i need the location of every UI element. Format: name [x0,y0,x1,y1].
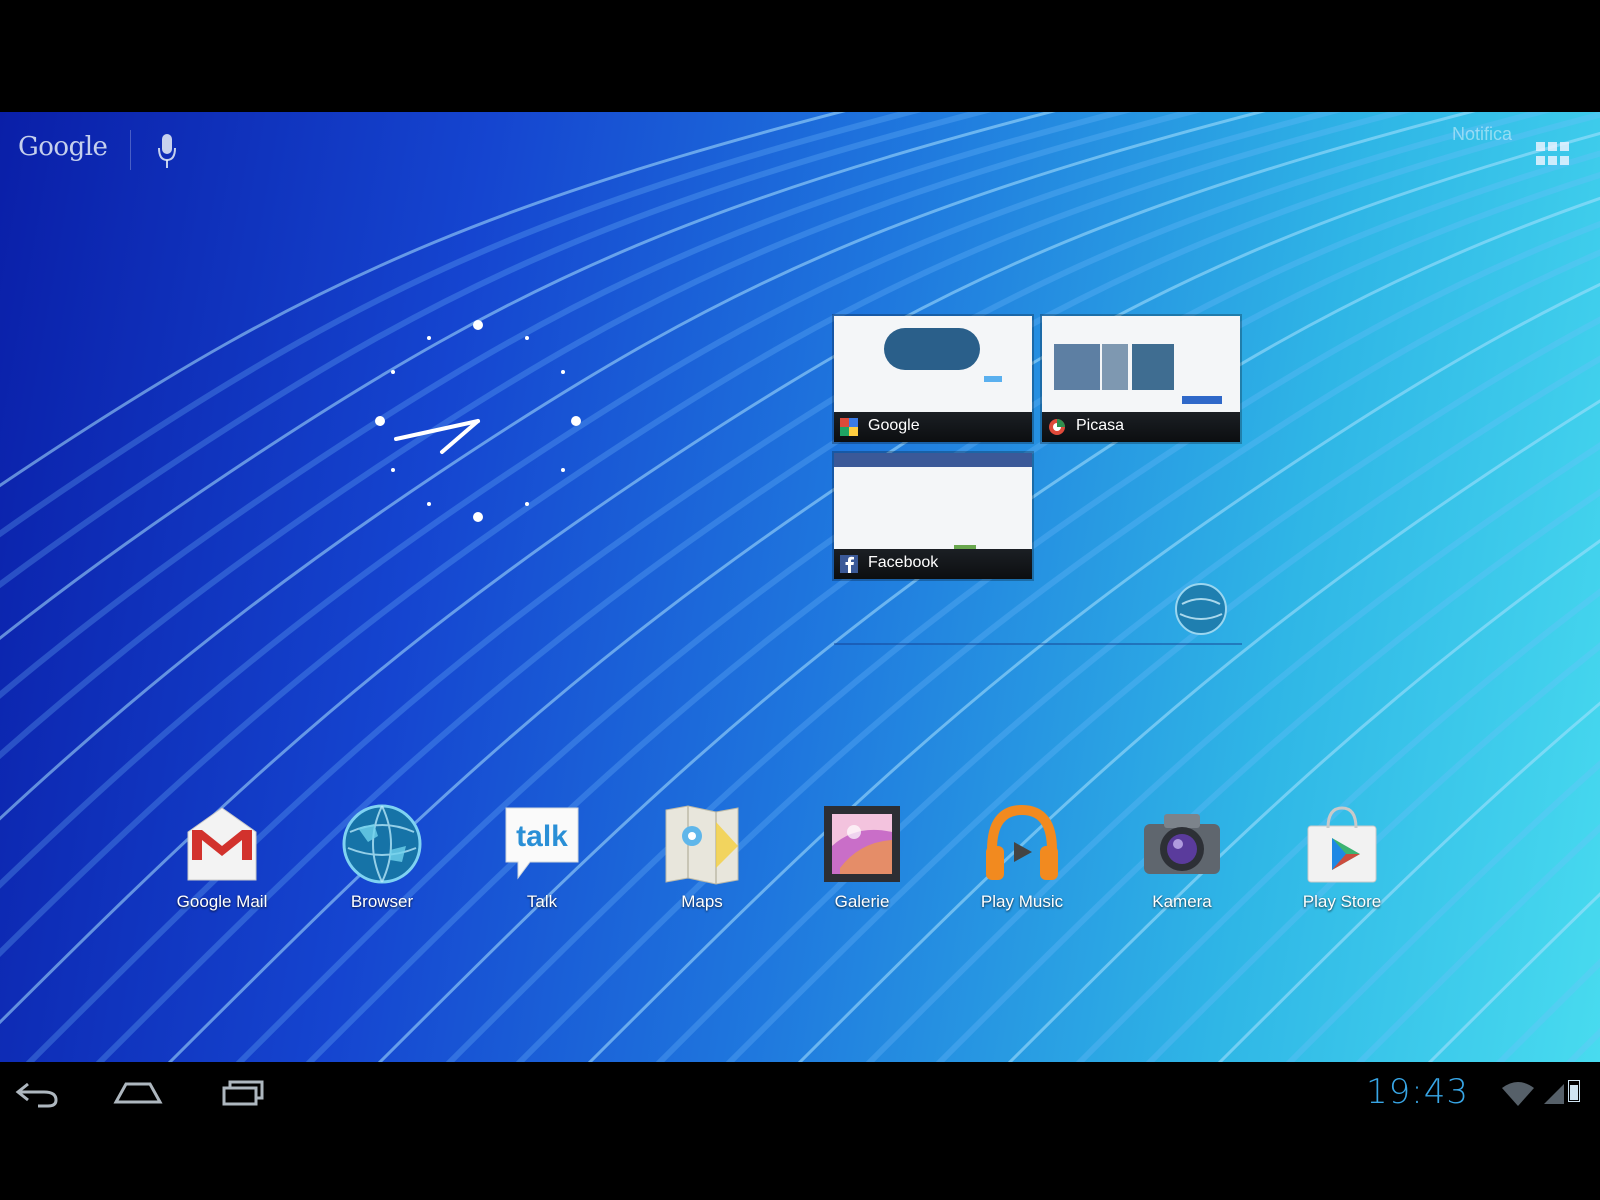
signal-icon [1544,1084,1564,1104]
search-divider [130,130,131,170]
app-galerie[interactable]: Galerie [792,802,932,932]
wifi-icon [1502,1082,1534,1106]
navigation-bar: 19:43 [0,1062,1600,1122]
app-kamera[interactable]: Kamera [1112,802,1252,932]
headphones-icon [986,804,1058,880]
google-search-label[interactable]: Google [18,132,108,162]
back-icon[interactable] [10,1074,66,1110]
recents-divider [834,643,1242,645]
globe-icon [342,804,422,884]
app-label: Maps [681,892,723,911]
app-play-music[interactable]: Play Music [952,802,1092,932]
picasa-page-thumbnail [1042,316,1240,412]
globe-icon [1175,583,1227,635]
analog-clock-widget[interactable] [372,312,582,522]
facebook-page-thumbnail [834,453,1032,551]
talk-icon: talk [505,807,579,880]
app-dock: Google Mail Browser talk Talk Maps Galer… [150,802,1450,932]
app-google-mail[interactable]: Google Mail [152,802,292,932]
microphone-icon[interactable] [156,132,178,170]
camera-icon [1144,814,1220,874]
app-label: Browser [350,892,414,911]
app-play-store[interactable]: Play Store [1272,802,1412,932]
recent-app-label: Google [868,417,920,434]
app-label: Galerie [834,892,890,911]
recent-app-label: Facebook [868,554,939,571]
all-apps-grid-icon[interactable] [1536,142,1570,166]
app-label: Play Music [980,892,1064,911]
facebook-icon [840,555,858,573]
notification-text: Notifica [1452,124,1513,144]
home-icon[interactable] [110,1074,166,1110]
maps-icon [665,805,739,885]
google-plus-icon [840,418,858,436]
home-screen: Google Notifica Google Picasa Facebook G… [0,112,1600,1062]
talk-icon-text: talk [516,820,568,853]
google-page-thumbnail [834,316,1032,412]
recent-apps-icon[interactable] [214,1074,270,1110]
picasa-icon [1049,419,1065,435]
app-label: Google Mail [176,892,268,911]
gallery-icon [824,806,900,882]
status-bar-time: 19:43 [1366,1072,1469,1112]
recent-app-picasa[interactable]: Picasa [1042,316,1240,442]
recent-app-facebook[interactable]: Facebook [834,453,1032,579]
app-maps[interactable]: Maps [632,802,772,932]
app-label: Kamera [1152,892,1212,911]
app-browser[interactable]: Browser [312,802,452,932]
recent-app-google[interactable]: Google [834,316,1032,442]
recent-app-label: Picasa [1076,417,1125,434]
app-label: Play Store [1302,892,1382,911]
battery-icon [1568,1080,1580,1102]
app-talk[interactable]: talk Talk [472,802,612,932]
app-label: Talk [526,892,558,911]
shopping-bag-icon [1307,806,1377,883]
gmail-icon [187,807,257,881]
